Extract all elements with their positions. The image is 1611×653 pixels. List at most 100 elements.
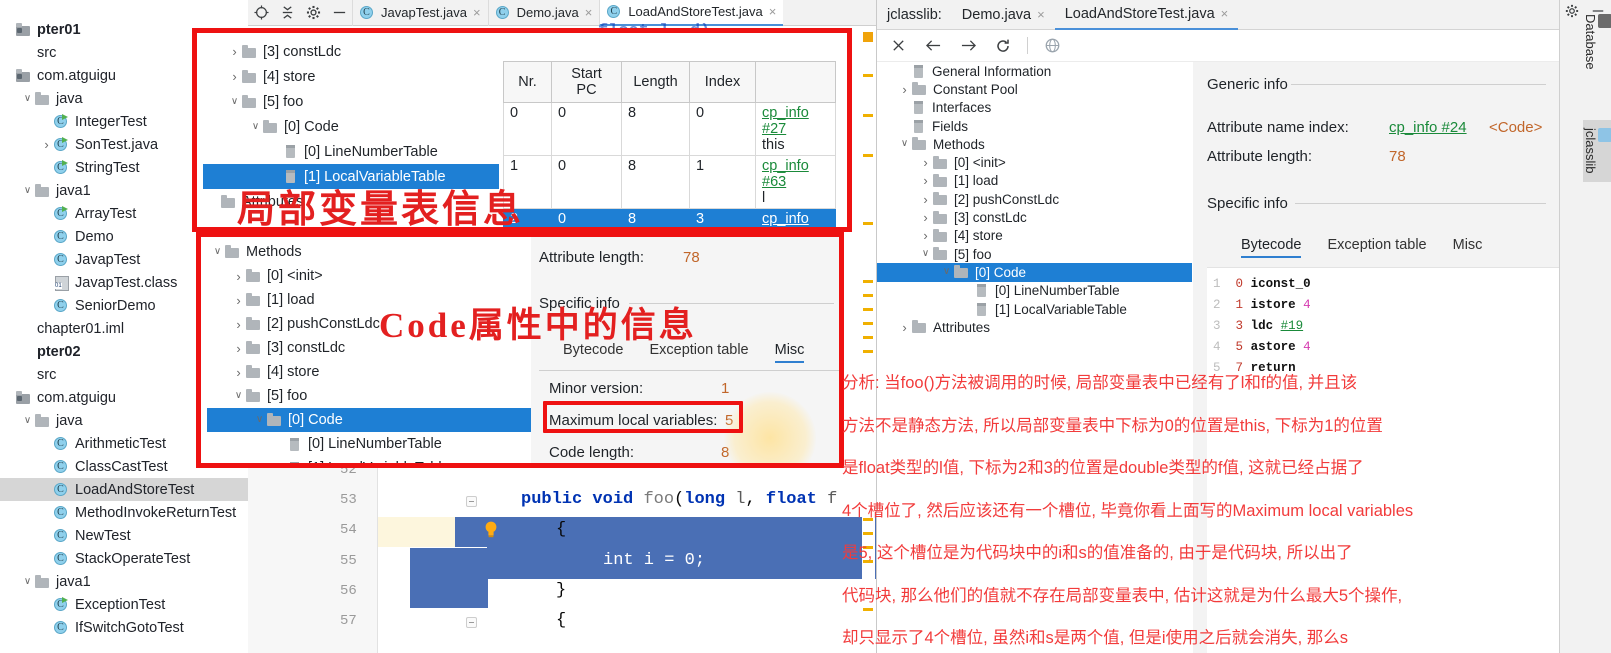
table-cell-name[interactable]: cp_info #48f: [756, 209, 836, 233]
column-header[interactable]: Start PC: [552, 62, 622, 103]
detail-tab-bytecode[interactable]: Bytecode: [1241, 237, 1301, 258]
column-header[interactable]: Length: [622, 62, 690, 103]
chevron-right-icon[interactable]: ›: [40, 138, 53, 151]
forward-arrow-icon[interactable]: [957, 35, 979, 57]
table-cell-name[interactable]: cp_info #27this: [756, 103, 836, 156]
chevron-down-icon[interactable]: ∨: [21, 94, 34, 104]
tab-list[interactable]: CJavapTest.java×CDemo.java×CLoadAndStore…: [352, 0, 783, 26]
tree-item-newtest[interactable]: CNewTest: [0, 524, 248, 547]
chevron-right-icon[interactable]: ›: [228, 45, 241, 58]
tree-item-attributes[interactable]: ›Attributes: [877, 318, 1192, 336]
tree-item-5-foo[interactable]: ∨[5] foo: [877, 245, 1192, 263]
tree-item-1-localvariabletable[interactable]: [1] LocalVariableTable: [877, 300, 1192, 318]
editor-tab-javaptest-java[interactable]: CJavapTest.java×: [352, 0, 488, 26]
tree-item-fields[interactable]: Fields: [877, 117, 1192, 135]
detail-tab-row[interactable]: BytecodeException tableMisc: [1241, 237, 1482, 258]
close-icon[interactable]: ×: [769, 4, 777, 19]
box1-table-wrap[interactable]: Nr.Start PCLengthIndex0080cp_info #27thi…: [503, 61, 836, 232]
box2-tree[interactable]: ∨Methods›[0] <init>›[1] load›[2] pushCon…: [207, 240, 531, 468]
column-header[interactable]: [756, 62, 836, 103]
settings-icon[interactable]: [300, 0, 326, 26]
collapse-all-icon[interactable]: [274, 0, 300, 26]
chevron-right-icon[interactable]: ›: [898, 83, 911, 96]
editor-tab-strip[interactable]: CJavapTest.java×CDemo.java×CLoadAndStore…: [248, 0, 876, 26]
chevron-down-icon[interactable]: ∨: [21, 577, 34, 587]
table-row[interactable]: 2083cp_info #48f: [504, 209, 836, 233]
chevron-down-icon[interactable]: ∨: [211, 247, 224, 257]
tree-item-stackoperatetest[interactable]: CStackOperateTest: [0, 547, 248, 570]
jclasslib-tab-loadandstoretest-java[interactable]: LoadAndStoreTest.java×: [1055, 0, 1239, 30]
close-icon[interactable]: [887, 35, 909, 57]
tree-item-constant-pool[interactable]: ›Constant Pool: [877, 80, 1192, 98]
tree-item-1-localvariabletable[interactable]: [1] LocalVariableTable: [207, 456, 531, 468]
jclasslib-tab-demo-java[interactable]: Demo.java×: [952, 0, 1055, 30]
chevron-down-icon[interactable]: ∨: [940, 267, 953, 277]
jclasslib-tab-list[interactable]: Demo.java×LoadAndStoreTest.java×: [952, 0, 1238, 30]
right-tool-strip[interactable]: Databasejclasslib: [1559, 0, 1611, 653]
chevron-right-icon[interactable]: ›: [232, 318, 245, 331]
gear-icon[interactable]: [1565, 4, 1579, 23]
chevron-down-icon[interactable]: ∨: [21, 186, 34, 196]
chevron-right-icon[interactable]: ›: [232, 294, 245, 307]
tree-item-java1[interactable]: ∨java1: [0, 570, 248, 593]
tool-tab-jclasslib[interactable]: jclasslib: [1583, 120, 1611, 182]
detail-tab-exception-table[interactable]: Exception table: [1327, 237, 1426, 258]
table-cell-name[interactable]: cp_info #63l: [756, 156, 836, 209]
jclasslib-header[interactable]: jclasslib: Demo.java×LoadAndStoreTest.ja…: [877, 0, 1560, 30]
cp-info-link[interactable]: cp_info #48: [762, 211, 829, 232]
table-row[interactable]: 0080cp_info #27this: [504, 103, 836, 156]
tree-item-general-information[interactable]: General Information: [877, 62, 1192, 80]
tree-item-methodinvokereturntest[interactable]: CMethodInvokeReturnTest: [0, 501, 248, 524]
chevron-right-icon[interactable]: ›: [919, 193, 932, 206]
tree-item-0-code[interactable]: ∨[0] Code: [207, 408, 531, 432]
tree-item-0-code[interactable]: ∨[0] Code: [877, 263, 1192, 281]
browse-icon[interactable]: [1041, 35, 1063, 57]
tree-item-methods[interactable]: ∨Methods: [877, 135, 1192, 153]
tree-item-methods[interactable]: ∨Methods: [207, 240, 531, 264]
tree-item-4-store[interactable]: ›[4] store: [203, 64, 499, 89]
tree-item-3-constldc[interactable]: ›[3] constLdc: [203, 39, 499, 64]
tree-item-0-linenumbertable[interactable]: [0] LineNumberTable: [877, 282, 1192, 300]
chevron-right-icon[interactable]: ›: [232, 342, 245, 355]
local-variable-table[interactable]: Nr.Start PCLengthIndex0080cp_info #27thi…: [503, 61, 836, 232]
tree-item-ifswitchgototest[interactable]: CIfSwitchGotoTest: [0, 616, 248, 639]
chevron-down-icon[interactable]: ∨: [898, 139, 911, 149]
chevron-down-icon[interactable]: ∨: [228, 97, 241, 107]
intention-bulb-icon[interactable]: [483, 520, 499, 540]
chevron-right-icon[interactable]: ›: [919, 211, 932, 224]
chevron-down-icon[interactable]: ∨: [232, 391, 245, 401]
chevron-right-icon[interactable]: ›: [919, 229, 932, 242]
cp-info-link[interactable]: cp_info #63: [762, 158, 829, 190]
tree-item-1-load[interactable]: ›[1] load: [877, 172, 1192, 190]
chevron-down-icon[interactable]: ∨: [249, 122, 262, 132]
tree-item-5-foo[interactable]: ∨[5] foo: [207, 384, 531, 408]
locate-icon[interactable]: [248, 0, 274, 26]
fold-toggle-icon[interactable]: [466, 617, 477, 628]
chevron-right-icon[interactable]: ›: [919, 174, 932, 187]
editor-tab-demo-java[interactable]: CDemo.java×: [488, 0, 600, 26]
chevron-right-icon[interactable]: ›: [232, 270, 245, 283]
attribute-name-index-ref[interactable]: cp_info #24: [1389, 119, 1467, 136]
chevron-down-icon[interactable]: ∨: [21, 416, 34, 426]
chevron-right-icon[interactable]: ›: [228, 70, 241, 83]
close-icon[interactable]: ×: [585, 5, 593, 20]
chevron-down-icon[interactable]: ∨: [253, 415, 266, 425]
tree-item-exceptiontest[interactable]: CExceptionTest: [0, 593, 248, 616]
jclasslib-toolbar[interactable]: [877, 30, 1560, 62]
tree-item-0-code[interactable]: ∨[0] Code: [203, 114, 499, 139]
tree-item-0-linenumbertable[interactable]: [0] LineNumberTable: [203, 139, 499, 164]
tab-misc[interactable]: Misc: [775, 342, 805, 363]
chevron-down-icon[interactable]: ∨: [919, 249, 932, 259]
fold-toggle-icon[interactable]: [466, 496, 477, 507]
close-icon[interactable]: ×: [1221, 6, 1229, 21]
chevron-right-icon[interactable]: ›: [919, 156, 932, 169]
reload-icon[interactable]: [992, 35, 1014, 57]
tree-item-0-init[interactable]: ›[0] <init>: [207, 264, 531, 288]
back-arrow-icon[interactable]: [922, 35, 944, 57]
chevron-right-icon[interactable]: ›: [898, 321, 911, 334]
tree-item-4-store[interactable]: ›[4] store: [877, 227, 1192, 245]
tree-item-0-linenumbertable[interactable]: [0] LineNumberTable: [207, 432, 531, 456]
tree-item-0-init[interactable]: ›[0] <init>: [877, 153, 1192, 171]
table-row[interactable]: 1081cp_info #63l: [504, 156, 836, 209]
column-header[interactable]: Index: [690, 62, 756, 103]
